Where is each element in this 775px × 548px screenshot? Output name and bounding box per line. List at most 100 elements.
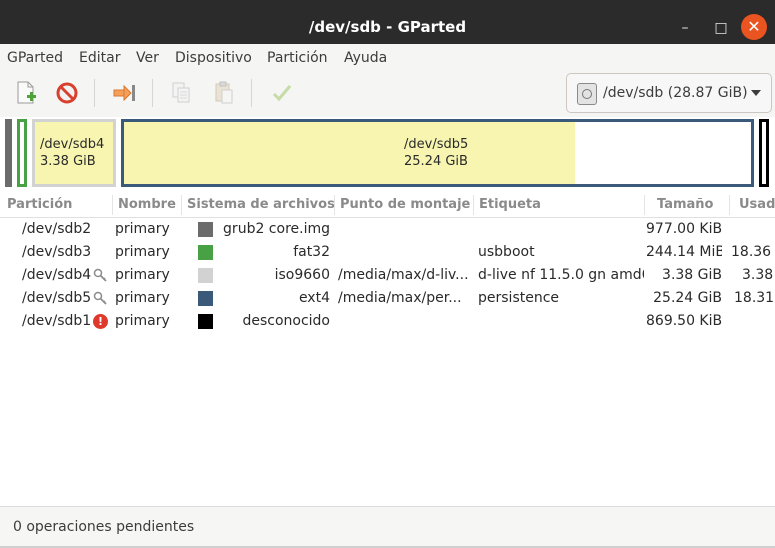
diskmap-segment-sdb5[interactable]: /dev/sdb5 25.24 GiB bbox=[121, 119, 754, 187]
table-row[interactable]: /dev/sdb3 primary fat32 usbboot 244.14 M… bbox=[0, 241, 775, 264]
pending-operations-text: 0 operaciones pendientes bbox=[13, 519, 195, 535]
window-title: /dev/sdb - GParted bbox=[308, 18, 467, 36]
size-cell: 977.00 KiB bbox=[646, 221, 722, 237]
toolbar: /dev/sdb (28.87 GiB) bbox=[0, 71, 775, 118]
name-cell: primary bbox=[115, 221, 170, 237]
diskmap-segment-sdb2[interactable] bbox=[5, 119, 12, 187]
column-separator[interactable] bbox=[644, 195, 645, 215]
name-cell: primary bbox=[115, 244, 170, 260]
fs-cell: iso9660 bbox=[274, 267, 330, 283]
resize-move-button[interactable] bbox=[108, 77, 140, 109]
segment-size: 25.24 GiB bbox=[404, 154, 468, 169]
delete-partition-button[interactable] bbox=[51, 77, 83, 109]
column-header-sistema[interactable]: Sistema de archivos bbox=[187, 193, 335, 217]
status-bar: 0 operaciones pendientes bbox=[0, 506, 775, 547]
name-cell: primary bbox=[115, 267, 170, 283]
mount-cell: /media/max/d-liv... bbox=[338, 267, 468, 283]
column-separator[interactable] bbox=[334, 195, 335, 215]
label-cell bbox=[478, 310, 644, 333]
device-selector-label: /dev/sdb (28.87 GiB) bbox=[603, 85, 748, 101]
diskmap-segment-sdb1[interactable] bbox=[759, 119, 769, 187]
label-cell: usbboot bbox=[478, 244, 535, 260]
size-cell: 869.50 KiB bbox=[646, 313, 722, 329]
size-cell: 25.24 GiB bbox=[653, 290, 722, 306]
disk-icon bbox=[577, 83, 597, 105]
partition-cell: /dev/sdb1 bbox=[22, 313, 92, 329]
toolbar-separator bbox=[251, 79, 252, 107]
title-bar: /dev/sdb - GParted – □ ✕ bbox=[0, 0, 775, 44]
label-cell: persistence bbox=[478, 290, 560, 306]
name-cell: primary bbox=[115, 313, 170, 329]
partition-cell: /dev/sdb4 bbox=[22, 267, 92, 283]
fs-cell: fat32 bbox=[293, 244, 330, 260]
menu-ayuda[interactable]: Ayuda bbox=[344, 44, 387, 71]
partition-cell: /dev/sdb5 bbox=[22, 290, 92, 306]
menu-bar: GParted Editar Ver Dispositivo Partición… bbox=[0, 44, 775, 71]
size-cell: 3.38 GiB bbox=[662, 267, 722, 283]
used-space-fill bbox=[124, 122, 575, 184]
table-row[interactable]: /dev/sdb2 primary grub2 core.img 977.00 … bbox=[0, 218, 775, 241]
column-header-etiqueta[interactable]: Etiqueta bbox=[479, 193, 541, 217]
close-button[interactable]: ✕ bbox=[741, 14, 767, 40]
device-selector[interactable]: /dev/sdb (28.87 GiB) bbox=[566, 73, 772, 113]
table-row[interactable]: /dev/sdb1 ! primary desconocido 869.50 K… bbox=[0, 310, 775, 333]
apply-button[interactable] bbox=[266, 77, 298, 109]
mount-cell: /media/max/per... bbox=[338, 290, 462, 306]
fs-cell: ext4 bbox=[298, 290, 330, 306]
column-header-nombre[interactable]: Nombre bbox=[118, 193, 176, 217]
fs-color-swatch bbox=[198, 222, 213, 237]
menu-dispositivo[interactable]: Dispositivo bbox=[175, 44, 252, 71]
mount-cell bbox=[338, 310, 468, 333]
mount-cell bbox=[338, 218, 468, 241]
new-partition-button[interactable] bbox=[10, 77, 42, 109]
name-cell: primary bbox=[115, 290, 170, 306]
menu-ver[interactable]: Ver bbox=[136, 44, 159, 71]
resize-move-icon bbox=[113, 84, 135, 102]
new-partition-icon bbox=[17, 81, 36, 104]
paste-button[interactable] bbox=[208, 77, 240, 109]
minimize-button[interactable]: – bbox=[673, 16, 697, 40]
menu-editar[interactable]: Editar bbox=[79, 44, 120, 71]
column-separator[interactable] bbox=[473, 195, 474, 215]
paste-icon bbox=[215, 81, 233, 104]
copy-icon bbox=[172, 82, 190, 103]
fs-cell: desconocido bbox=[242, 313, 330, 329]
partition-cell: /dev/sdb3 bbox=[22, 244, 92, 260]
fs-color-swatch bbox=[198, 268, 213, 283]
toolbar-separator bbox=[94, 79, 95, 107]
fs-color-swatch bbox=[198, 314, 213, 329]
diskmap-segment-sdb3[interactable] bbox=[17, 119, 27, 187]
error-icon: ! bbox=[93, 314, 108, 329]
key-icon bbox=[93, 268, 107, 282]
column-header-punto-montaje[interactable]: Punto de montaje bbox=[340, 193, 470, 217]
segment-name: /dev/sdb4 bbox=[40, 137, 105, 152]
segment-size: 3.38 GiB bbox=[40, 154, 96, 169]
menu-gparted[interactable]: GParted bbox=[7, 44, 63, 71]
fs-color-swatch bbox=[198, 291, 213, 306]
apply-icon bbox=[272, 85, 292, 102]
column-separator[interactable] bbox=[729, 195, 730, 215]
segment-name: /dev/sdb5 bbox=[404, 137, 469, 152]
table-row[interactable]: /dev/sdb5 primary ext4 /media/max/per...… bbox=[0, 287, 775, 310]
menu-particion[interactable]: Partición bbox=[267, 44, 328, 71]
column-separator[interactable] bbox=[112, 195, 113, 215]
table-row[interactable]: /dev/sdb4 primary iso9660 /media/max/d-l… bbox=[0, 264, 775, 287]
fs-color-swatch bbox=[198, 245, 213, 260]
key-icon bbox=[93, 291, 107, 305]
diskmap-segment-sdb4[interactable]: /dev/sdb4 3.38 GiB bbox=[32, 119, 116, 187]
delete-partition-icon bbox=[56, 82, 78, 104]
column-separator[interactable] bbox=[181, 195, 182, 215]
maximize-button[interactable]: □ bbox=[709, 16, 733, 40]
column-header-particion[interactable]: Partición bbox=[7, 193, 72, 217]
mount-cell bbox=[338, 241, 468, 264]
partition-cell: /dev/sdb2 bbox=[22, 221, 92, 237]
label-cell bbox=[478, 218, 644, 241]
column-header-usado[interactable]: Usad bbox=[739, 193, 775, 217]
disk-map: /dev/sdb4 3.38 GiB /dev/sdb5 25.24 GiB bbox=[0, 117, 775, 191]
copy-button[interactable] bbox=[165, 77, 197, 109]
column-header-tamano[interactable]: Tamaño bbox=[657, 193, 713, 217]
vertical-scrollbar[interactable] bbox=[762, 218, 775, 506]
table-header: Partición Nombre Sistema de archivos Pun… bbox=[0, 193, 775, 218]
size-cell: 244.14 MiB bbox=[646, 244, 722, 260]
toolbar-separator bbox=[152, 79, 153, 107]
